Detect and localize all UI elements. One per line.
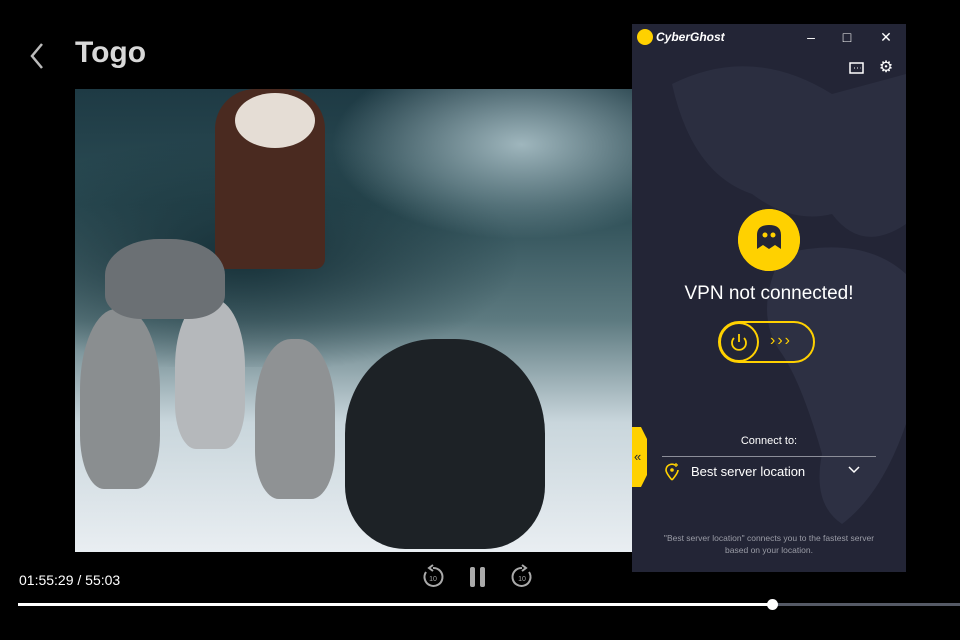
back-arrow-icon[interactable]: [26, 40, 50, 72]
divider: [662, 456, 876, 457]
seek-bar-thumb[interactable]: [766, 599, 778, 610]
ghost-logo-icon: [738, 209, 800, 271]
dog: [345, 339, 545, 549]
server-location-label: Best server location: [691, 464, 806, 479]
connect-toggle[interactable]: ›››: [718, 321, 815, 363]
dog: [255, 339, 335, 499]
arrows-icon: ›››: [770, 332, 792, 349]
svg-text:10: 10: [429, 576, 437, 583]
cyberghost-logo: CyberGhost: [637, 29, 725, 45]
video-title: Togo: [75, 36, 147, 69]
rewind-10-icon[interactable]: 10: [420, 564, 446, 590]
settings-gear-icon[interactable]: ⚙: [877, 60, 895, 76]
close-button[interactable]: ✕: [877, 29, 895, 45]
chevron-down-icon: [848, 466, 860, 474]
dog: [105, 239, 225, 319]
cyberghost-window: CyberGhost – □ ✕ ⚙ VPN not connected! ››…: [632, 24, 906, 572]
video-background: [75, 89, 633, 367]
dog: [175, 299, 245, 449]
power-icon: [719, 322, 759, 362]
location-pin-icon: [665, 463, 679, 481]
video-frame[interactable]: [75, 89, 633, 552]
seek-bar-fill: [18, 603, 772, 606]
chat-icon[interactable]: [848, 61, 866, 77]
svg-text:10: 10: [518, 576, 526, 583]
server-info-note: "Best server location" connects you to t…: [663, 533, 875, 555]
musher-hood: [235, 93, 315, 148]
connect-to-label: Connect to:: [740, 435, 798, 447]
minimize-button[interactable]: –: [802, 29, 820, 45]
forward-10-icon[interactable]: 10: [509, 564, 535, 590]
maximize-button[interactable]: □: [838, 29, 856, 45]
seek-bar[interactable]: [18, 599, 960, 610]
dog: [80, 309, 160, 489]
pause-icon[interactable]: [465, 564, 491, 590]
playback-time: 01:55:29 / 55:03: [19, 572, 121, 588]
connection-status: VPN not connected!: [684, 283, 854, 304]
server-location-dropdown[interactable]: Best server location: [662, 460, 876, 484]
